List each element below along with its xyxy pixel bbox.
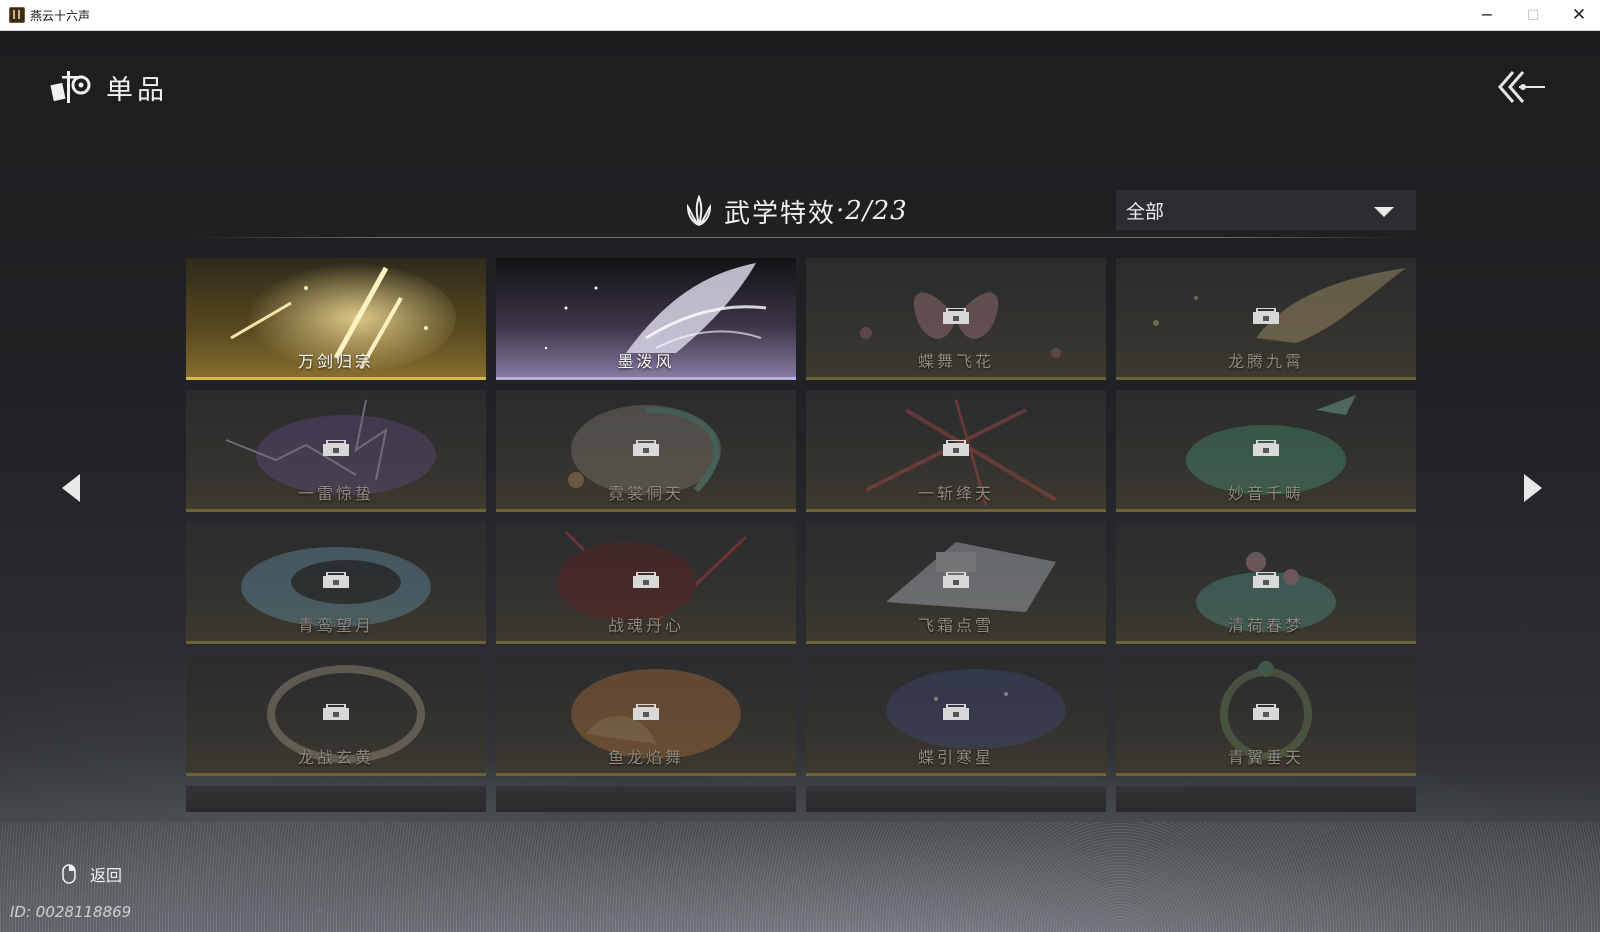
lotus-flame-icon [686,195,712,226]
chevron-down-icon [1374,207,1394,217]
effect-name: 妙音千畴 [1227,484,1304,503]
app-icon [9,7,25,23]
effect-card-partial[interactable] [496,786,796,812]
lock-icon [943,704,969,720]
minimize-button[interactable]: − [1464,0,1510,30]
effect-card[interactable]: 蝶舞飞花 [806,258,1106,380]
header-divider [196,237,1404,238]
effect-name: 墨泼风 [617,352,675,371]
effect-card[interactable]: 龙战玄黄 [186,654,486,776]
lock-icon [1253,572,1279,588]
lock-icon [943,572,969,588]
maximize-button[interactable]: □ [1510,0,1556,30]
section-header: 武学特效 ·2/23 [684,191,908,231]
effect-card[interactable]: 清荷春梦 [1116,522,1416,644]
mouse-right-click-icon [62,864,76,884]
window-titlebar: 燕云十六声 − □ ✕ [0,0,1600,31]
effect-card[interactable]: 青翼垂天 [1116,654,1416,776]
lock-icon [323,704,349,720]
effect-name: 一雷惊蛰 [297,484,374,503]
effect-name: 飞霜点雪 [917,616,994,635]
effect-card[interactable]: 青鸾望月 [186,522,486,644]
effects-grid: 万剑归宗 墨泼风 蝶舞飞花 龙腾九霄 一雷惊蛰 霓裳侗天 一斩绛天 妙音千畴 青… [186,258,1416,812]
effect-name: 青翼垂天 [1227,748,1304,767]
footer-back-button[interactable]: 返回 [62,862,122,886]
lock-icon [943,308,969,324]
effect-name: 万剑归宗 [297,352,374,371]
effect-name: 清荷春梦 [1227,616,1304,635]
lock-icon [323,440,349,456]
lock-icon [323,572,349,588]
effect-name: 龙战玄黄 [297,748,374,767]
triangle-right-icon[interactable] [1522,472,1544,504]
effect-card-partial[interactable] [806,786,1106,812]
effect-card[interactable]: 战魂丹心 [496,522,796,644]
page-title: 单品 [106,75,168,106]
triangle-left-icon[interactable] [60,472,82,504]
lock-icon [943,440,969,456]
effect-name: 龙腾九霄 [1227,352,1304,371]
effect-card-partial[interactable] [1116,786,1416,812]
effect-name: 霓裳侗天 [607,484,684,503]
ink-brush-logo-icon [50,71,91,103]
close-button[interactable]: ✕ [1556,0,1600,30]
effect-card[interactable]: 万剑归宗 [186,258,486,380]
filter-dropdown[interactable]: 全部 [1116,190,1416,230]
effect-card[interactable]: 妙音千畴 [1116,390,1416,512]
filter-selected-value: 全部 [1126,200,1165,223]
collection-count: ·2/23 [836,196,908,226]
effect-card[interactable]: 蝶引寒星 [806,654,1106,776]
effect-card[interactable]: 一雷惊蛰 [186,390,486,512]
double-chevron-back-icon[interactable] [1497,68,1547,106]
effect-card[interactable]: 龙腾九霄 [1116,258,1416,380]
lock-icon [633,704,659,720]
lock-icon [633,572,659,588]
effect-card[interactable]: 一斩绛天 [806,390,1106,512]
snow-background [0,822,1600,932]
effect-name: 蝶引寒星 [917,748,994,767]
effect-card-partial[interactable] [186,786,486,812]
footer-back-label: 返回 [90,866,123,885]
lock-icon [633,440,659,456]
player-id: ID: 0028118869 [10,903,132,921]
effect-name: 蝶舞飞花 [917,352,994,371]
effect-name: 一斩绛天 [917,484,994,503]
section-title: 武学特效 [724,198,837,229]
effect-card[interactable]: 鱼龙焰舞 [496,654,796,776]
effect-name: 青鸾望月 [297,616,374,635]
effect-card[interactable]: 墨泼风 [496,258,796,380]
effect-card[interactable]: 霓裳侗天 [496,390,796,512]
effect-card[interactable]: 飞霜点雪 [806,522,1106,644]
effect-name: 鱼龙焰舞 [607,748,684,767]
lock-icon [1253,308,1279,324]
window-title: 燕云十六声 [30,9,91,23]
effect-name: 战魂丹心 [607,616,684,635]
lock-icon [1253,704,1279,720]
lock-icon [1253,440,1279,456]
